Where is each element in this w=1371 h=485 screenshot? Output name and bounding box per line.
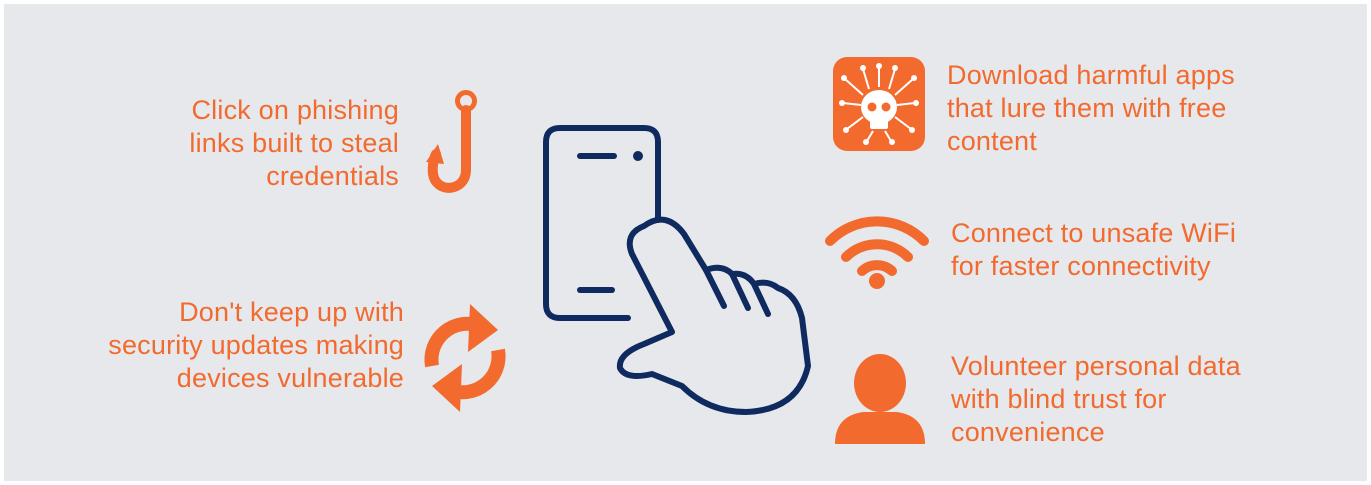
phishing-text: Click on phishing links built to steal c…	[189, 95, 399, 191]
fishing-hook-icon	[422, 88, 482, 203]
harmful-apps-text: Download harmful apps that lure them wit…	[947, 60, 1235, 156]
personal-data-text: Volunteer personal data with blind trust…	[951, 351, 1241, 447]
user-icon	[833, 354, 927, 446]
unsafe-wifi-text: Connect to unsafe WiFi for faster connec…	[951, 218, 1237, 281]
phone-tap-icon	[540, 122, 815, 422]
refresh-icon	[418, 300, 512, 416]
infographic-canvas: Click on phishing links built to steal c…	[4, 4, 1367, 481]
wifi-icon	[822, 209, 932, 291]
security-updates-text: Don't keep up with security updates maki…	[108, 297, 404, 393]
malware-skull-icon	[833, 57, 925, 151]
